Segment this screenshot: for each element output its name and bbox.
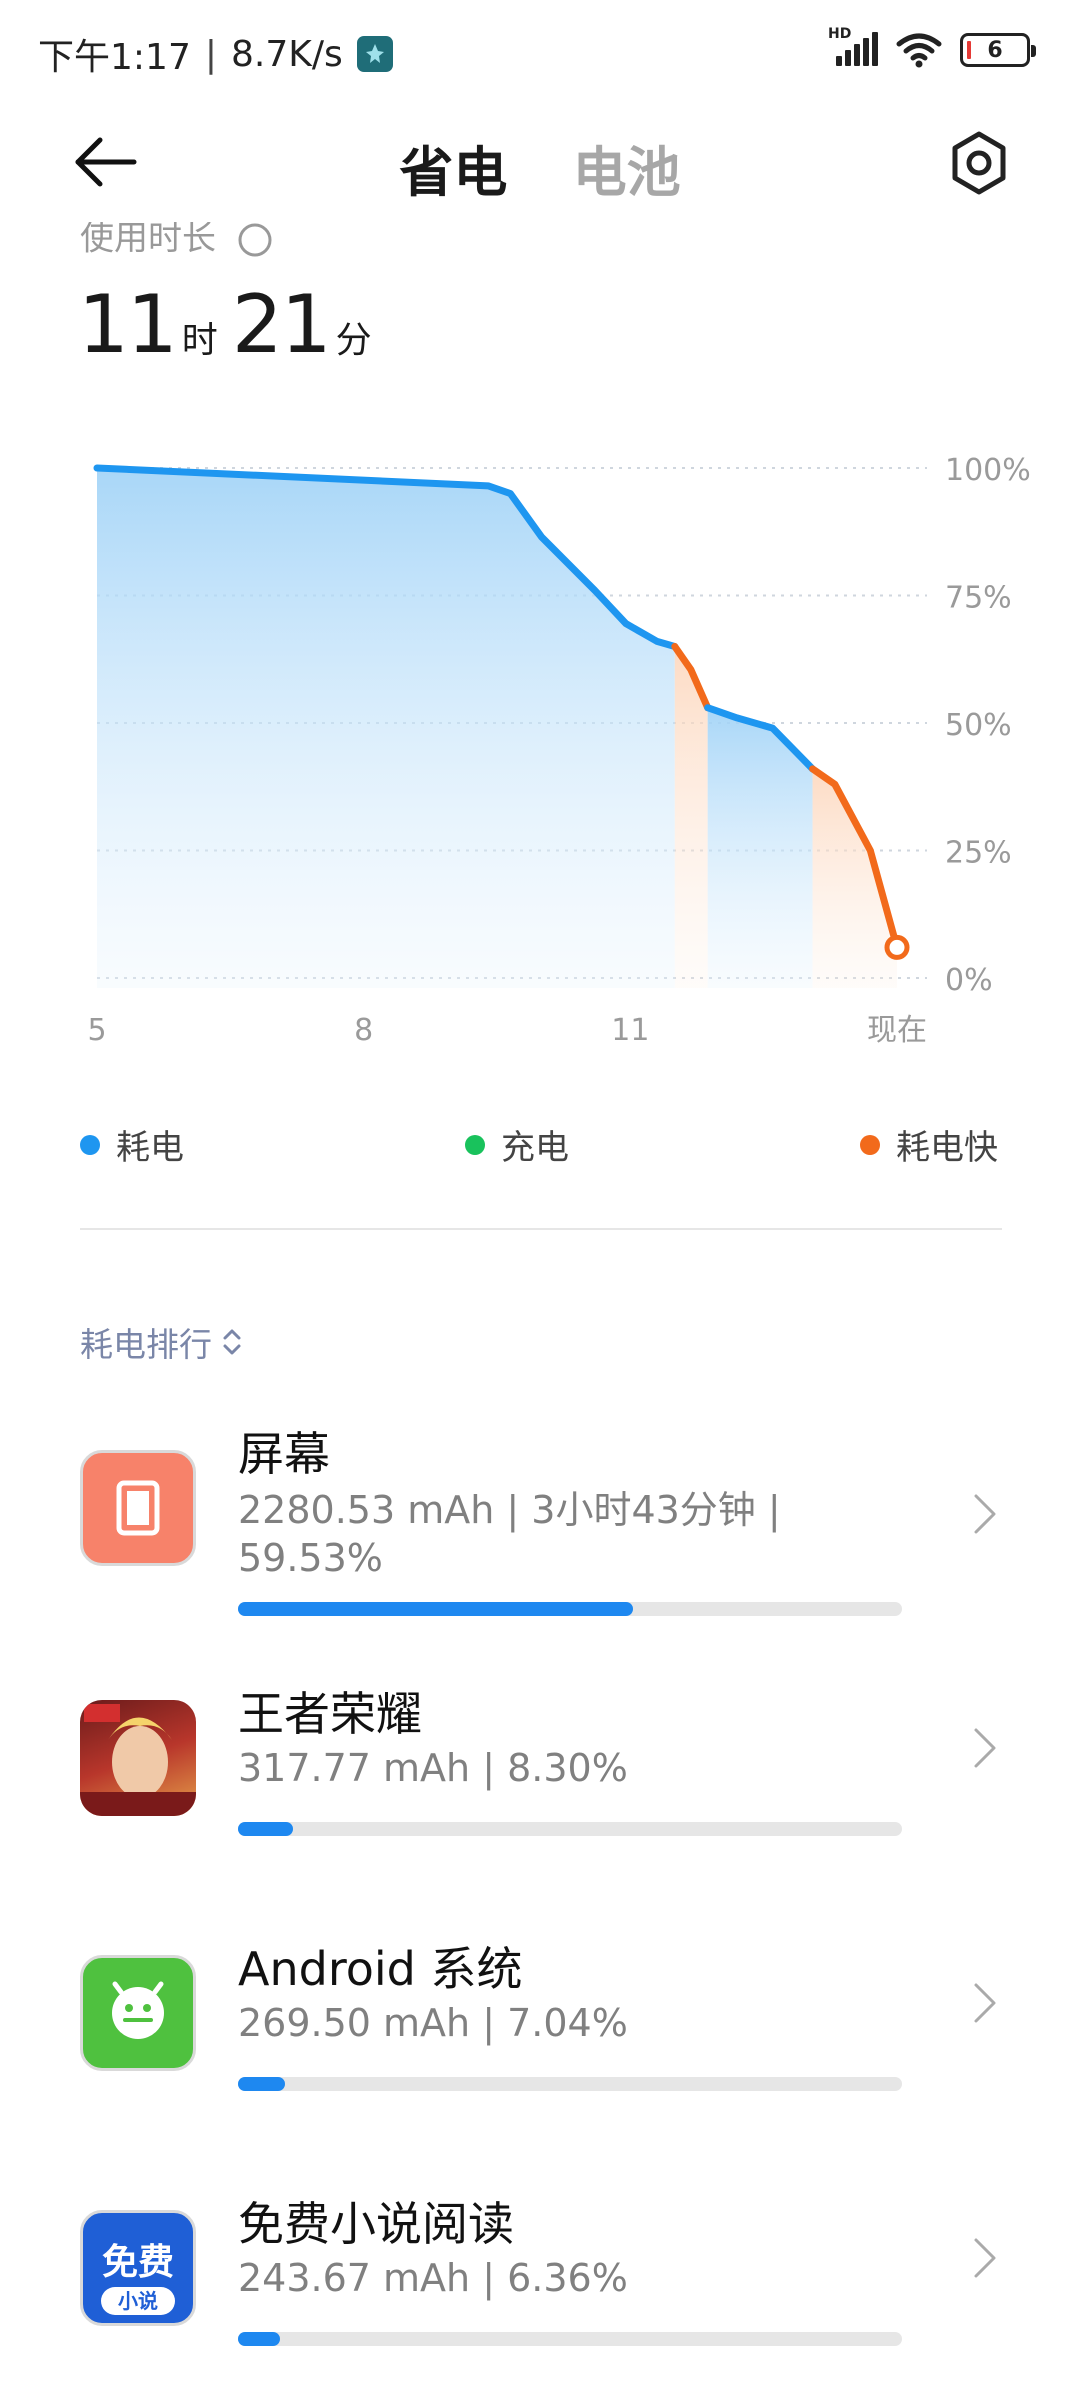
tab-battery[interactable]: 电池: [573, 128, 681, 207]
status-net-speed: 8.7K/s: [230, 33, 343, 75]
app-name: 屏幕: [238, 1427, 330, 1481]
app-stats: 2280.53 mAh | 3小时43分钟 | 59.53%: [238, 1488, 781, 1580]
app-stats: 269.50 mAh | 7.04%: [238, 2001, 628, 2045]
x-tick-label: 8: [354, 1013, 373, 1048]
android-robot-icon: [80, 1955, 196, 2071]
novel-icon-sub-text: 小说: [101, 2287, 175, 2315]
y-tick-label: 100%: [945, 453, 1031, 488]
usage-progress-bar: [238, 1602, 902, 1616]
list-item-android-system[interactable]: Android 系统 269.50 mAh | 7.04%: [0, 1942, 1080, 2175]
list-item-screen[interactable]: 屏幕 2280.53 mAh | 3小时43分钟 | 59.53%: [0, 1410, 1080, 1640]
legend-item-fast-drain: 耗电快: [860, 1120, 998, 1169]
tab-power-saving[interactable]: 省电: [399, 128, 507, 207]
chevron-right-icon: [974, 2238, 996, 2278]
status-left: 下午1:17 | 8.7K/s: [38, 28, 393, 80]
novel-icon-main-text: 免费: [101, 2242, 174, 2283]
battery-chart-svg: 100% 75% 50% 25% 0% 5 8 11 现在: [87, 453, 1031, 1048]
x-tick-label: 11: [611, 1013, 649, 1048]
legend-label-charging: 充电: [501, 1128, 569, 1168]
current-point-marker: [884, 934, 910, 960]
ranking-sort-label: 耗电排行: [80, 1325, 212, 1364]
legend-dot-charging: [465, 1134, 485, 1155]
battery-chart: 100% 75% 50% 25% 0% 5 8 11 现在: [0, 430, 1080, 1070]
legend-dot-drain: [80, 1134, 100, 1155]
app-stats: 243.67 mAh | 6.36%: [238, 2256, 628, 2300]
usage-progress-fill: [238, 1822, 294, 1836]
sort-arrows-icon: [223, 1329, 241, 1355]
tab-bar: 省电 电池: [0, 128, 1080, 207]
app-name: 免费小说阅读: [238, 2197, 514, 2251]
legend-label-fast-drain: 耗电快: [896, 1128, 998, 1168]
usage-progress-bar: [238, 2077, 902, 2091]
y-tick-label: 75%: [945, 581, 1012, 616]
list-item-novel-reader[interactable]: 免费 小说 免费小说阅读 243.67 mAh | 6.36%: [0, 2197, 1080, 2400]
cell-signal-icon: HD: [828, 26, 878, 70]
app-name: Android 系统: [238, 1942, 523, 1996]
notification-app-icon: [356, 36, 393, 72]
usage-hours: 11: [78, 278, 178, 371]
x-tick-label: 现在: [867, 1013, 927, 1048]
chevron-right-icon: [974, 1494, 996, 1534]
battery-icon: 6: [960, 33, 1036, 67]
usage-progress-fill: [238, 1602, 634, 1616]
novel-reader-icon: 免费 小说: [80, 2210, 196, 2326]
usage-progress-bar: [238, 1822, 902, 1836]
ranking-sort-toggle[interactable]: 耗电排行: [80, 1318, 244, 1366]
usage-progress-fill: [238, 2332, 281, 2346]
usage-minutes-unit: 分: [335, 320, 372, 361]
chart-legend: 耗电 充电 耗电快: [80, 1120, 1000, 1170]
usage-minutes: 21: [231, 278, 332, 371]
y-tick-label: 0%: [945, 963, 993, 998]
usage-progress-bar: [238, 2332, 902, 2346]
wifi-icon: [896, 33, 942, 68]
honor-of-kings-icon: [80, 1700, 196, 1816]
y-tick-label: 50%: [945, 708, 1012, 743]
x-tick-label: 5: [87, 1013, 106, 1048]
chevron-right-icon: [974, 1983, 996, 2023]
status-separator: |: [204, 33, 217, 75]
usage-progress-fill: [238, 2077, 285, 2091]
usage-hours-unit: 时: [181, 320, 218, 361]
legend-label-drain: 耗电: [116, 1128, 184, 1168]
info-icon[interactable]: [237, 222, 273, 258]
legend-dot-fast-drain: [860, 1134, 880, 1155]
series-area: [812, 768, 897, 988]
status-bar: 下午1:17 | 8.7K/s HD 6: [0, 0, 1080, 100]
status-right: HD 6: [828, 26, 1036, 70]
series-area: [97, 468, 675, 988]
status-time: 下午1:17: [38, 37, 191, 78]
header: 省电 电池: [0, 110, 1080, 220]
app-name: 王者荣耀: [238, 1687, 422, 1741]
battery-level: 6: [987, 37, 1003, 63]
usage-duration: 11 时 21 分: [78, 278, 386, 371]
chevron-right-icon: [974, 1728, 996, 1768]
usage-duration-label: 使用时长: [80, 222, 273, 258]
y-tick-label: 25%: [945, 836, 1012, 871]
divider: [80, 1228, 1002, 1230]
app-stats: 317.77 mAh | 8.30%: [238, 1746, 628, 1790]
legend-item-drain: 耗电: [80, 1120, 184, 1169]
gear-icon[interactable]: [946, 130, 1012, 196]
legend-item-charging: 充电: [465, 1120, 569, 1169]
list-item-honor-of-kings[interactable]: 王者荣耀 317.77 mAh | 8.30%: [0, 1687, 1080, 1920]
screen-icon: [80, 1450, 196, 1566]
